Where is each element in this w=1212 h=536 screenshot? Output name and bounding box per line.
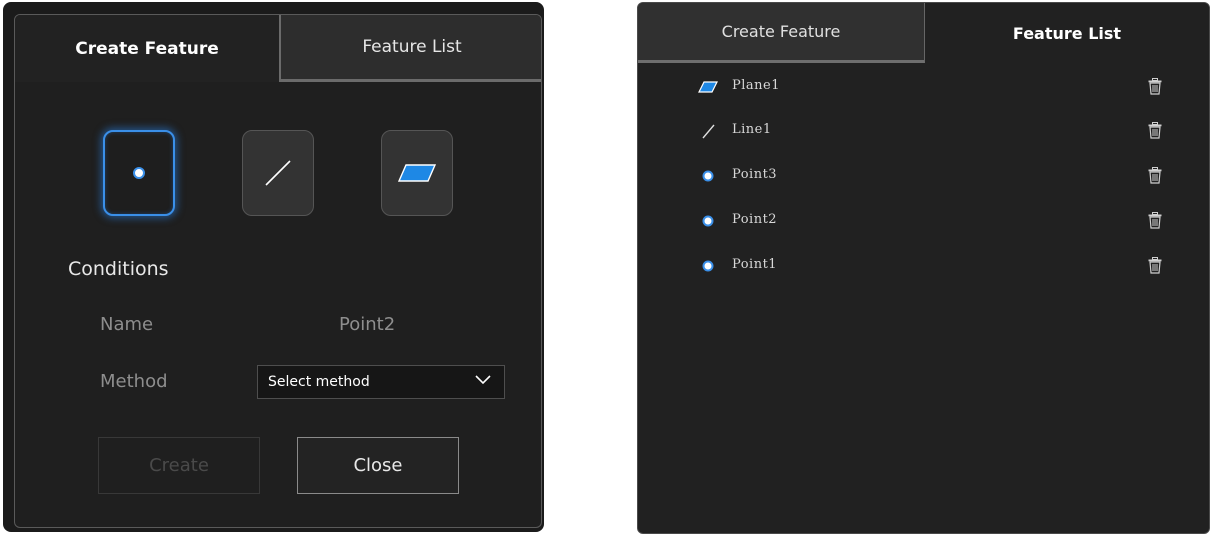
trash-icon[interactable] [1148, 257, 1162, 274]
trash-icon[interactable] [1148, 212, 1162, 229]
name-value: Point2 [339, 314, 396, 335]
trash-icon[interactable] [1148, 122, 1162, 139]
point-type-icon [133, 167, 145, 179]
line-type-button[interactable] [242, 130, 314, 216]
plane-type-icon [397, 164, 437, 182]
chevron-down-icon [475, 375, 491, 385]
tab-create-feature[interactable]: Create Feature [15, 15, 279, 82]
point-type-button[interactable] [103, 130, 175, 216]
feature-list-panel: Create Feature Feature List Plane1 Line1 [637, 2, 1210, 534]
method-select[interactable]: Select method [257, 365, 505, 399]
feature-name: Point2 [732, 212, 778, 227]
tab-feature-list[interactable]: Feature List [279, 15, 541, 82]
feature-name: Point3 [732, 167, 778, 182]
method-label: Method [100, 371, 168, 392]
point-icon [702, 260, 714, 272]
feature-name: Line1 [732, 122, 772, 137]
line-type-icon [265, 160, 291, 186]
feature-row-point2[interactable]: Point2 [638, 206, 1209, 236]
create-feature-dialog: Create Feature Feature List Conditions N… [3, 2, 544, 532]
name-label: Name [100, 314, 154, 335]
create-feature-panel: Create Feature Feature List Conditions N… [14, 14, 542, 528]
trash-icon[interactable] [1148, 167, 1162, 184]
create-button[interactable]: Create [98, 437, 260, 494]
method-select-value: Select method [268, 374, 370, 390]
point-icon [702, 215, 714, 227]
conditions-title: Conditions [68, 258, 169, 280]
line-icon [702, 124, 715, 139]
feature-name: Plane1 [732, 78, 780, 93]
tab-feature-list[interactable]: Feature List [925, 3, 1209, 63]
close-button[interactable]: Close [297, 437, 459, 494]
feature-row-plane1[interactable]: Plane1 [638, 72, 1209, 102]
feature-row-line1[interactable]: Line1 [638, 116, 1209, 146]
tab-bar: Create Feature Feature List [15, 15, 541, 82]
trash-icon[interactable] [1148, 78, 1162, 95]
feature-row-point1[interactable]: Point1 [638, 251, 1209, 281]
plane-icon [698, 81, 718, 93]
tab-create-feature[interactable]: Create Feature [638, 3, 925, 63]
plane-type-button[interactable] [381, 130, 453, 216]
point-icon [702, 170, 714, 182]
feature-name: Point1 [732, 257, 778, 272]
feature-row-point3[interactable]: Point3 [638, 161, 1209, 191]
